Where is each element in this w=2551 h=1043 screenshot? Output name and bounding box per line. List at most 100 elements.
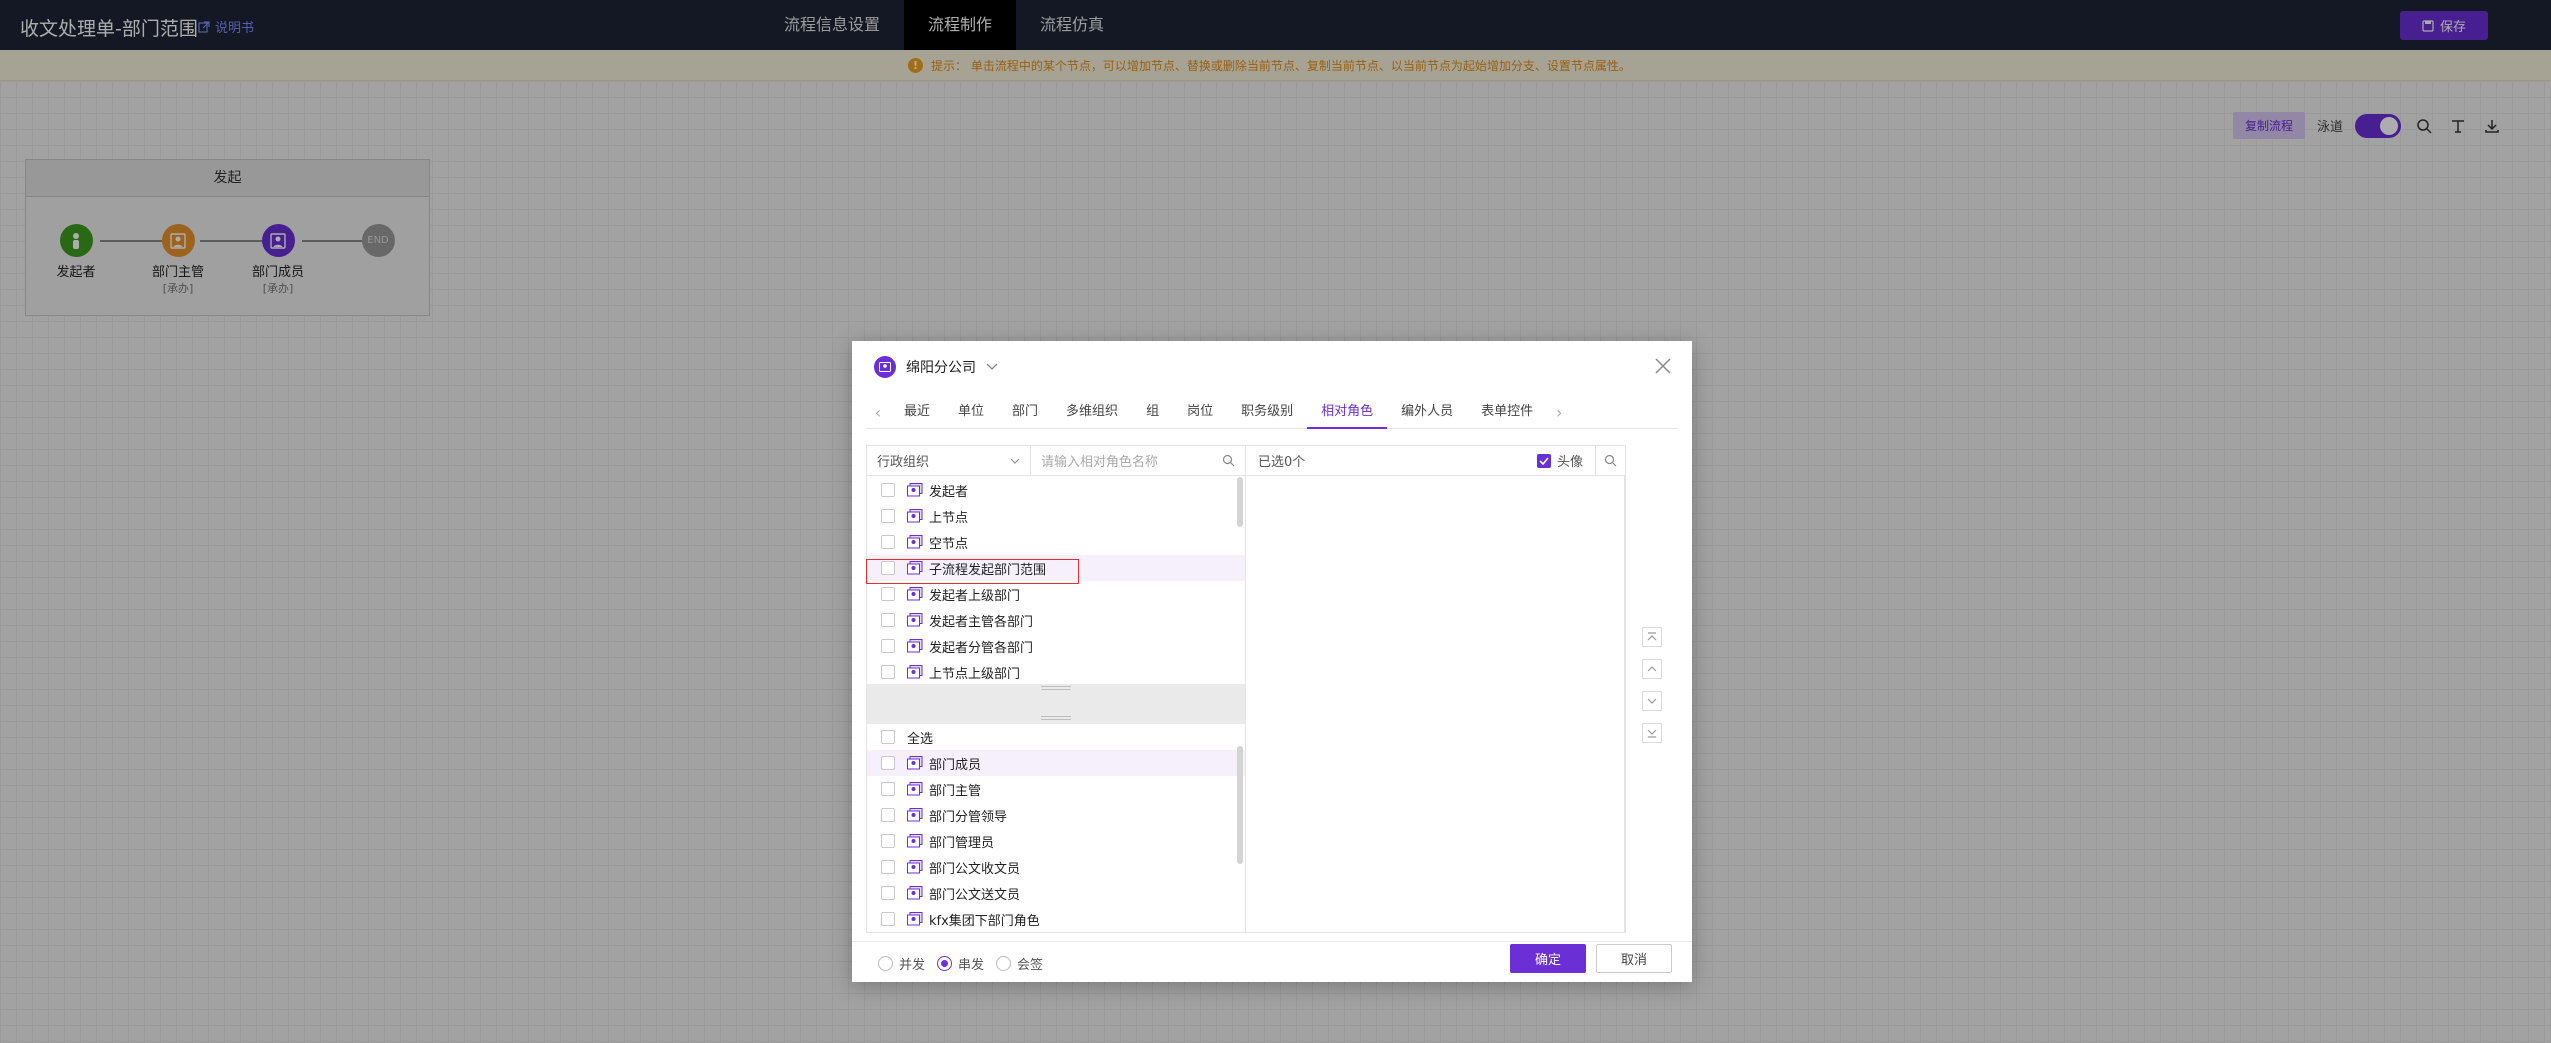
tab-external-staff[interactable]: 编外人员 xyxy=(1387,397,1467,429)
list-item[interactable]: 上节点 xyxy=(867,503,1245,529)
role-icon xyxy=(907,665,923,679)
list-item[interactable]: 上节点上级部门 xyxy=(867,659,1245,684)
role-search-input[interactable]: 请输入相对角色名称 xyxy=(1031,446,1245,475)
checkbox[interactable] xyxy=(881,782,895,796)
checkbox[interactable] xyxy=(881,561,895,575)
close-icon[interactable] xyxy=(1654,357,1672,375)
tab-job-level[interactable]: 职务级别 xyxy=(1227,397,1307,429)
tab-multi-org[interactable]: 多维组织 xyxy=(1052,397,1132,429)
checkbox[interactable] xyxy=(881,756,895,770)
checkbox[interactable] xyxy=(881,886,895,900)
role-icon xyxy=(907,613,923,627)
role-picker-dialog: 绵阳分公司 ‹ 最近 单位 部门 多维组织 组 岗位 职务级别 相对角色 编外人… xyxy=(852,341,1692,982)
list-item[interactable]: 空节点 xyxy=(867,529,1245,555)
list-item[interactable]: 子流程发起部门范围 xyxy=(867,555,1245,581)
move-down-icon[interactable] xyxy=(1642,691,1662,711)
confirm-button[interactable]: 确定 xyxy=(1510,944,1586,973)
list-item[interactable]: 部门管理员 xyxy=(867,828,1245,854)
checkbox[interactable] xyxy=(881,509,895,523)
cancel-button[interactable]: 取消 xyxy=(1596,944,1672,973)
checkbox[interactable] xyxy=(881,535,895,549)
list-item-label: 部门成员 xyxy=(929,757,982,773)
upper-role-list: 发起者 上节点 空节点 子流程发起部门范围 发起者上级部门 发起者主管各部门 发… xyxy=(867,477,1245,684)
checkbox[interactable] xyxy=(881,665,895,679)
radio-countersign[interactable]: 会签 xyxy=(996,954,1043,973)
role-icon xyxy=(907,483,923,497)
list-item[interactable]: 部门主管 xyxy=(867,776,1245,802)
checkbox[interactable] xyxy=(881,730,895,744)
move-bottom-icon[interactable] xyxy=(1642,723,1662,743)
list-item-label: 空节点 xyxy=(929,536,969,552)
move-top-icon[interactable] xyxy=(1642,627,1662,647)
chevron-left-icon[interactable]: ‹ xyxy=(866,403,890,422)
list-item[interactable]: 部门公文收文员 xyxy=(867,854,1245,880)
checkbox[interactable] xyxy=(881,613,895,627)
drag-handle-icon[interactable] xyxy=(1041,716,1071,720)
list-item[interactable]: 发起者分管各部门 xyxy=(867,633,1245,659)
selected-panel: 已选0个 头像 xyxy=(1246,445,1626,933)
move-up-icon[interactable] xyxy=(1642,659,1662,679)
list-item[interactable]: 发起者主管各部门 xyxy=(867,607,1245,633)
list-item-label: kfx集团下部门角色 xyxy=(929,913,1040,929)
role-icon xyxy=(907,509,923,523)
list-item[interactable]: 发起者 xyxy=(867,477,1245,503)
radio-concurrent[interactable]: 并发 xyxy=(878,954,925,973)
selected-count: 已选0个 xyxy=(1258,455,1306,470)
list-item-label: 发起者 xyxy=(929,484,969,500)
checkbox[interactable] xyxy=(881,860,895,874)
list-splitter[interactable] xyxy=(867,684,1245,724)
upper-scrollbar[interactable] xyxy=(1237,477,1243,527)
list-item-label: 发起者主管各部门 xyxy=(929,614,1034,630)
tab-group[interactable]: 组 xyxy=(1132,397,1173,429)
tab-recent[interactable]: 最近 xyxy=(890,397,944,429)
org-selector[interactable]: 绵阳分公司 xyxy=(874,356,998,378)
tab-post[interactable]: 岗位 xyxy=(1173,397,1227,429)
role-icon xyxy=(907,782,923,796)
radio-dot xyxy=(996,956,1012,971)
tab-relative-role[interactable]: 相对角色 xyxy=(1307,397,1388,429)
list-item[interactable]: kfx集团下部门角色 xyxy=(867,906,1245,932)
list-item[interactable]: 部门分管领导 xyxy=(867,802,1245,828)
checkbox[interactable] xyxy=(881,483,895,497)
checkbox[interactable] xyxy=(881,587,895,601)
list-item[interactable]: 部门公文送文员 xyxy=(867,880,1245,906)
select-all-row[interactable]: 全选 xyxy=(867,724,1245,750)
radio-label: 串发 xyxy=(958,958,985,973)
list-item-label: 上节点 xyxy=(929,510,969,526)
lower-scrollbar[interactable] xyxy=(1237,746,1243,864)
selected-header: 已选0个 头像 xyxy=(1246,445,1625,476)
filter-row: 行政组织 请输入相对角色名称 xyxy=(867,446,1245,476)
role-icon xyxy=(907,808,923,822)
checkbox[interactable] xyxy=(881,912,895,926)
list-item-label: 发起者上级部门 xyxy=(929,588,1021,604)
checkbox[interactable] xyxy=(881,808,895,822)
lower-role-list: 全选 部门成员 部门主管 部门分管领导 部门管理员 部门公文收文员 部门公文送文… xyxy=(867,724,1245,932)
role-icon xyxy=(907,639,923,653)
tab-form-control[interactable]: 表单控件 xyxy=(1467,397,1547,429)
search-icon[interactable] xyxy=(1595,445,1625,476)
org-name: 绵阳分公司 xyxy=(906,360,976,376)
role-icon xyxy=(907,561,923,575)
role-icon xyxy=(907,535,923,549)
checkbox[interactable] xyxy=(881,639,895,653)
search-icon[interactable] xyxy=(1222,454,1235,467)
checkbox-checked-icon xyxy=(1536,453,1551,468)
mode-radio-group: 并发 串发 会签 xyxy=(878,954,1043,973)
category-tabs: ‹ 最近 单位 部门 多维组织 组 岗位 职务级别 相对角色 编外人员 表单控件… xyxy=(866,397,1678,429)
radio-dot xyxy=(878,956,893,971)
org-type-select[interactable]: 行政组织 xyxy=(867,446,1031,475)
list-item[interactable]: 部门成员 xyxy=(867,750,1245,776)
list-item-label: 发起者分管各部门 xyxy=(929,640,1034,656)
tab-unit[interactable]: 单位 xyxy=(944,397,998,429)
radio-label: 并发 xyxy=(899,958,926,973)
tab-department[interactable]: 部门 xyxy=(998,397,1052,429)
list-item[interactable]: 发起者上级部门 xyxy=(867,581,1245,607)
list-item-label: 部门主管 xyxy=(929,783,982,799)
role-icon xyxy=(907,587,923,601)
chevron-right-icon[interactable]: › xyxy=(1547,403,1571,422)
drag-handle-icon[interactable] xyxy=(1041,686,1071,690)
avatar-checkbox[interactable]: 头像 xyxy=(1536,451,1583,470)
radio-dot xyxy=(937,956,953,971)
checkbox[interactable] xyxy=(881,834,895,848)
radio-serial[interactable]: 串发 xyxy=(937,954,984,973)
